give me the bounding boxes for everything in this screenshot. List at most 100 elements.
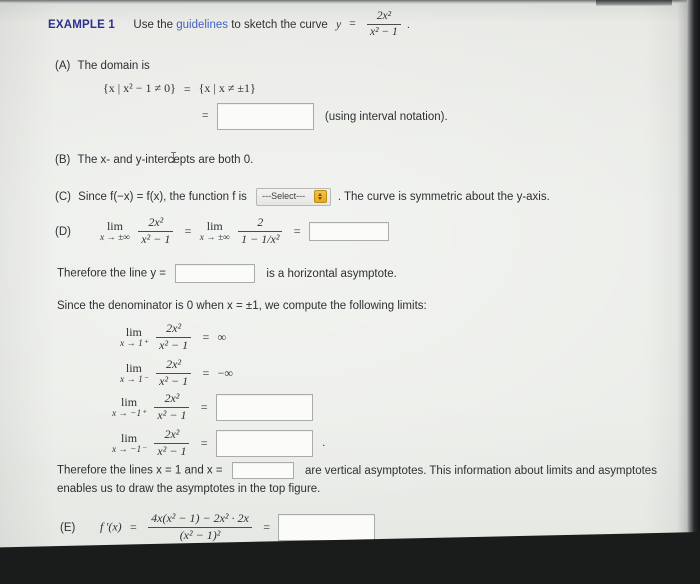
limit-1-num: 2x² [156,321,192,338]
part-d-limit1-sub: x → ±∞ [100,232,130,243]
part-e-equals-2: = [263,519,270,534]
ha-text-after: is a horizontal asymptote. [266,267,397,280]
curve-variable: y [335,18,342,31]
part-d-limit-input[interactable] [308,221,389,241]
screen-right-inner-edge [677,0,687,584]
part-d-limit2-den: 1 − 1/x² [241,231,280,246]
part-b-label: (B) [55,154,71,166]
photographed-screen: EXAMPLE 1 Use the guidelines to sketch t… [0,0,700,584]
vertical-asymptote-row: Therefore the lines x = 1 and x = are ve… [57,462,657,479]
symmetry-select-value: ---Select--- [262,191,306,201]
part-e-numerator: 4x(x² − 1) − 2x² · 2x [148,511,252,528]
denominator-note: Since the denominator is 0 when x = ±1, … [57,300,427,312]
part-e-label: (E) [60,522,76,534]
limit-3-num: 2x² [154,391,190,408]
part-e-label-wrap: (E) [60,520,75,537]
limit-row-2: lim x → 1⁻ 2x² x² − 1 = −∞ [120,357,233,389]
part-d-equals-1: = [184,223,192,238]
limit-4-equals: = [200,435,208,450]
part-d-limit1-lim: lim [106,218,123,233]
part-a-note: (using interval notation). [324,110,448,123]
limit-2-result: −∞ [217,365,233,380]
limit-3-lim: lim [121,394,138,409]
vertical-asymptote-input[interactable] [231,462,294,479]
part-a-set-left: {x | x² − 1 ≠ 0} [103,81,176,95]
part-c-label: (C) [55,191,71,204]
limit-row-1: lim x → 1⁺ 2x² x² − 1 = ∞ [120,321,227,353]
screen-top-edge [0,0,700,4]
limit-2-sub: x → 1⁻ [120,374,148,385]
curve-numerator: 2x² [366,10,401,26]
limit-1-result: ∞ [217,329,227,344]
limit-3-fraction: 2x² x² − 1 [154,391,190,423]
curve-period: . [407,18,410,31]
va-text-before: Therefore the lines x = 1 and x = [57,464,223,477]
limit-2-den: x² − 1 [159,373,189,388]
limit-row-3: lim x → −1⁺ 2x² x² − 1 = [112,391,313,423]
domain-interval-input[interactable] [216,103,314,130]
limit-4-num: 2x² [154,427,190,444]
part-d-label: (D) [55,226,71,238]
limit-3-sub: x → −1⁺ [112,408,147,419]
example-intro-before: Use the [133,18,174,31]
part-b-row: (B) The x- and y-intercepts are both 0. [55,152,253,169]
example-label: EXAMPLE 1 [48,18,115,31]
limit-4-lim: lim [121,430,138,445]
limit-4-fraction: 2x² x² − 1 [154,427,190,459]
part-e-derivative-equation: f ′(x) = 4x(x² − 1) − 2x² · 2x (x² − 1)²… [100,511,376,543]
part-e-fprime: f ′(x) [100,519,122,534]
part-a-interval-row: = (using interval notation). [197,103,448,130]
part-b-text: The x- and y-intercepts are both 0. [77,154,254,166]
limit-2-fraction: 2x² x² − 1 [156,357,192,389]
part-d-label-wrap: (D) [55,224,71,241]
va-text-after: are vertical asymptotes. This informatio… [304,464,657,477]
curve-fraction: 2x² x² − 1 [366,10,401,39]
part-a-set-right: {x | x ≠ ±1} [198,81,256,95]
part-d-limit2-sub: x → ±∞ [199,232,230,243]
part-e-derivative-input[interactable] [278,513,376,541]
limit-3-equals: = [200,399,208,414]
part-d-limit1-operator: lim x → ±∞ [100,218,130,243]
limit-4-trailing: . [322,435,326,450]
part-d-equals-2: = [293,223,301,238]
symmetry-select[interactable]: ---Select--- [256,188,331,206]
part-c-text-after: . The curve is symmetric about the y-axi… [337,191,550,204]
curve-denominator: x² − 1 [369,26,398,39]
example-header: EXAMPLE 1 Use the guidelines to sketch t… [48,10,410,39]
part-a-text: The domain is [77,60,150,72]
part-e-denominator: (x² − 1)² [179,527,221,542]
curve-equals: = [349,18,356,31]
limit-3-den: x² − 1 [157,407,187,422]
limit-2-equals: = [202,365,210,380]
part-a-equals-2: = [202,110,209,123]
part-d-limit2-num: 2 [238,215,283,232]
part-a-heading: (A) The domain is [55,58,150,75]
limit-4-sub: x → −1⁻ [112,444,147,455]
chevron-updown-icon[interactable] [313,190,327,204]
limit-2-lim: lim [125,360,142,375]
limit-1-lim: lim [125,324,142,339]
screen-top-shadow [596,0,672,6]
va-line2: enables us to draw the asymptotes in the… [57,483,321,495]
part-a-set-equation: {x | x² − 1 ≠ 0} = {x | x ≠ ±1} [103,80,256,98]
limit-2-operator: lim x → 1⁻ [120,360,148,385]
part-c-text-before: Since f(−x) = f(x), the function f is [78,191,247,204]
horizontal-asymptote-input[interactable] [175,264,256,283]
part-c-row: (C) Since f(−x) = f(x), the function f i… [55,188,550,206]
part-a-equals-1: = [183,81,191,96]
example-intro-after: to sketch the curve [231,18,328,31]
limit-4-input[interactable] [215,429,313,457]
part-d-limit2-lim: lim [206,218,223,233]
guidelines-link[interactable]: guidelines [176,19,228,31]
part-d-limit1-fraction: 2x² x² − 1 [138,215,174,247]
limit-4-operator: lim x → −1⁻ [112,430,147,455]
part-d-limit1-num: 2x² [138,215,174,232]
limit-3-input[interactable] [215,393,313,421]
homework-page: EXAMPLE 1 Use the guidelines to sketch t… [0,0,700,584]
part-e-equals-1: = [130,519,137,534]
horizontal-asymptote-row: Therefore the line y = is a horizontal a… [57,264,397,283]
part-d-limit-equation: lim x → ±∞ 2x² x² − 1 = lim x → ±∞ 2 1 −… [100,215,389,247]
part-e-fraction: 4x(x² − 1) − 2x² · 2x (x² − 1)² [148,511,252,543]
part-d-limit2-operator: lim x → ±∞ [199,218,230,243]
limit-1-equals: = [202,329,210,344]
